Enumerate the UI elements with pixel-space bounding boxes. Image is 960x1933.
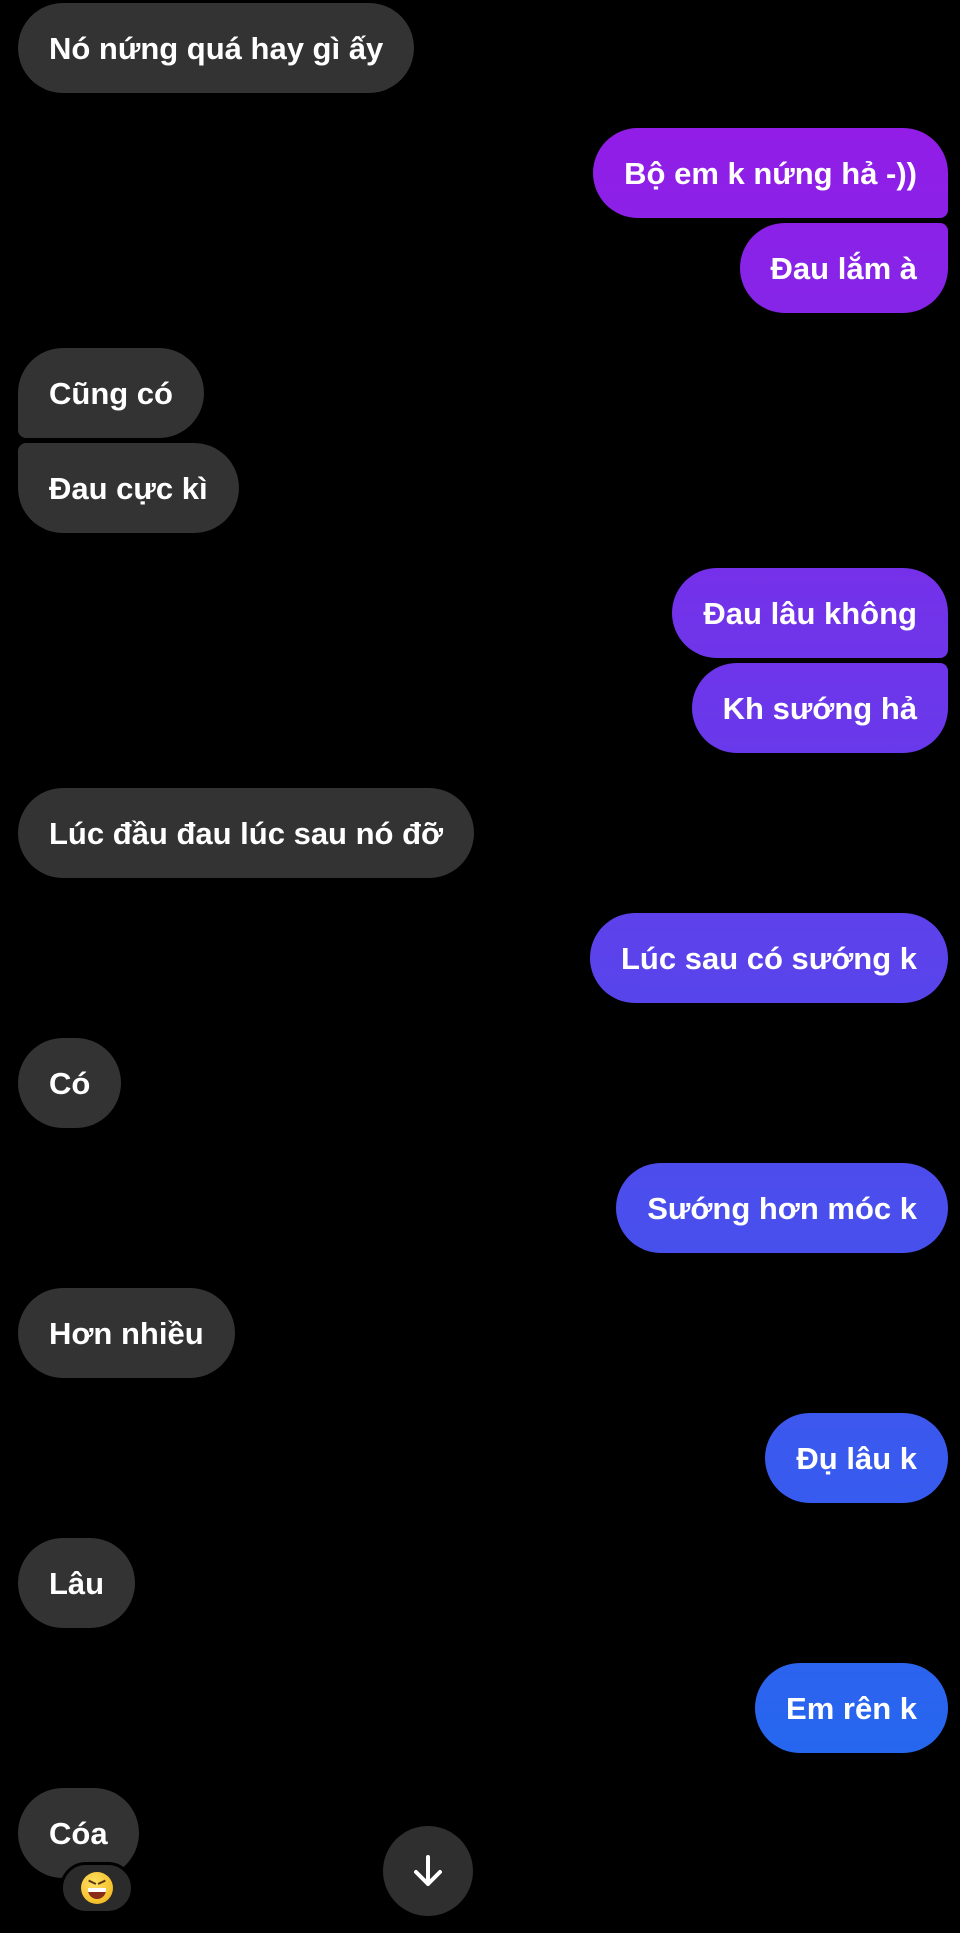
outgoing-message[interactable]: Bộ em k nứng hả -)) [593,128,948,218]
outgoing-message[interactable]: Em rên k [755,1663,948,1753]
message-reaction[interactable] [60,1862,134,1914]
outgoing-message[interactable]: Đau lắm à [739,223,948,313]
incoming-message[interactable]: Có [18,1038,122,1128]
outgoing-message[interactable]: Lúc sau có sướng k [590,913,948,1003]
incoming-message[interactable]: Hơn nhiều [18,1288,235,1378]
outgoing-message[interactable]: Đụ lâu k [765,1413,948,1503]
incoming-message[interactable]: Cũng có [18,348,204,438]
incoming-message[interactable]: Lúc đầu đau lúc sau nó đỡ [18,788,475,878]
incoming-message[interactable]: Đau cực kì [18,443,239,533]
outgoing-message[interactable]: Đau lâu không [672,568,948,658]
incoming-message[interactable]: Nó nứng quá hay gì ấy [18,3,415,93]
outgoing-message[interactable]: Sướng hơn móc k [616,1163,948,1253]
message-thread[interactable]: Nó nứng quá hay gì ấy Bộ em k nứng hả -)… [0,0,960,1933]
grinning-squinting-face-emoji-icon [81,1872,113,1904]
outgoing-message[interactable]: Kh sướng hả [691,663,948,753]
arrow-down-icon [414,1855,442,1886]
scroll-to-bottom-button[interactable] [383,1826,473,1916]
incoming-message[interactable]: Lâu [18,1538,136,1628]
